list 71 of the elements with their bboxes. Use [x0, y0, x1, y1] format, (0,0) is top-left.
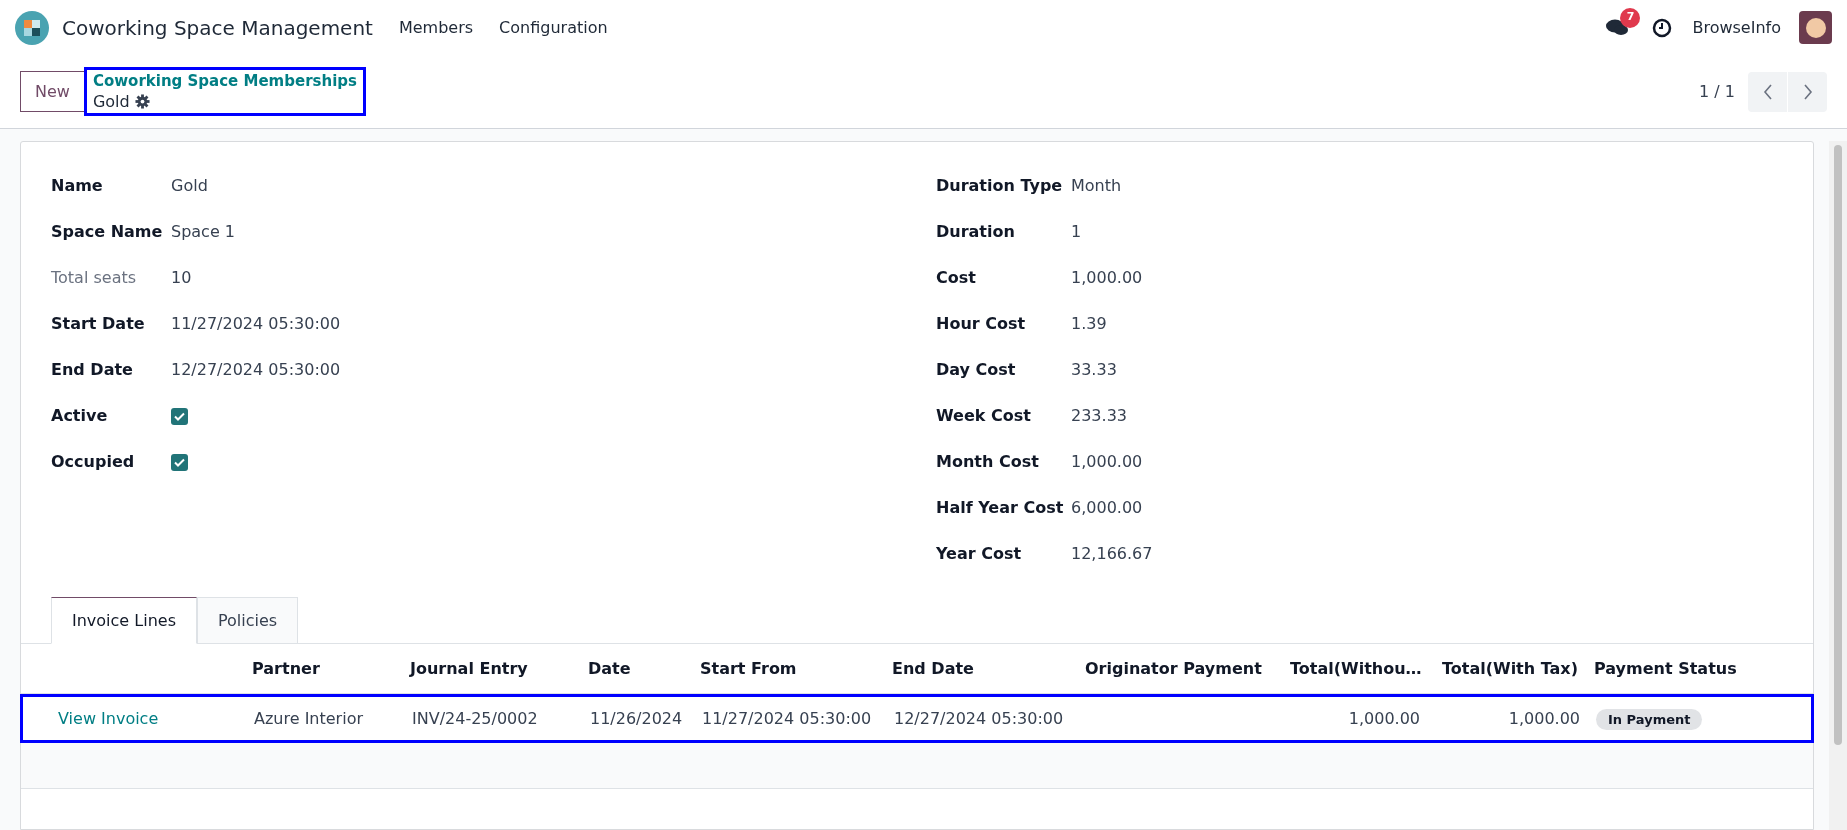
field-value: 233.33 — [1071, 405, 1127, 427]
column-header[interactable]: Date — [588, 658, 631, 678]
field-value: 6,000.00 — [1071, 497, 1143, 519]
column-header[interactable]: Payment Status — [1594, 658, 1737, 678]
column-header[interactable]: Total(With Tax) — [1441, 658, 1578, 678]
field-label: Hour Cost — [936, 313, 1027, 335]
chevron-left-icon — [1762, 83, 1773, 100]
field-value: 1 — [1071, 221, 1082, 243]
field-label: Day Cost — [936, 359, 1017, 381]
field-value: 12/27/2024 05:30:00 — [171, 359, 341, 381]
field-value: Space 1 — [171, 221, 236, 243]
field-label: End Date — [51, 359, 134, 381]
field-label: Name — [51, 175, 104, 197]
highlighted-table-row[interactable]: View Invoice Azure Interior INV/24-25/0002 11/26/2024 11/27/2024 05:30:00 12/27/2024 05:30:00 1,000.00 1,000.00 In Payment — [20, 694, 1814, 743]
app-logo-icon — [15, 10, 49, 45]
field-label: Half Year Cost — [936, 497, 1065, 519]
table-cell: Azure Interior — [254, 708, 363, 728]
field-label: Occupied — [51, 451, 136, 473]
field-label: Duration — [936, 221, 1016, 243]
table-cell: 1,000.00 — [1348, 708, 1420, 728]
field-value: 10 — [171, 267, 192, 289]
column-header[interactable]: End Date — [892, 658, 974, 678]
field-label: Cost — [936, 267, 977, 289]
menu-item[interactable]: Configuration — [499, 15, 608, 40]
table-cell: 12/27/2024 05:30:00 — [894, 708, 1064, 728]
column-header[interactable]: Partner — [252, 658, 320, 678]
view-invoice-link[interactable]: View Invoice — [58, 708, 159, 728]
field-label: Week Cost — [936, 405, 1032, 427]
field-value: 1.39 — [1071, 313, 1107, 335]
field-value: 33.33 — [1071, 359, 1117, 381]
table-cell: INV/24-25/0002 — [412, 708, 538, 728]
field-value: 1,000.00 — [1071, 267, 1143, 289]
checkbox[interactable] — [171, 407, 188, 425]
gear-icon[interactable] — [134, 94, 150, 109]
column-header[interactable]: Start From — [700, 658, 797, 678]
chevron-right-icon — [1802, 83, 1813, 100]
message-count-badge: 7 — [1620, 7, 1641, 28]
table-cell: 11/26/2024 — [590, 708, 683, 728]
field-label: Space Name — [51, 221, 164, 243]
column-header[interactable]: Journal Entry — [410, 658, 528, 678]
app-title[interactable]: Coworking Space Management — [62, 12, 373, 43]
column-header[interactable]: Total(Withou… — [1290, 658, 1422, 678]
field-label: Month Cost — [936, 451, 1040, 473]
table-cell: 1,000.00 — [1508, 708, 1580, 728]
field-value: 1,000.00 — [1071, 451, 1143, 473]
check-icon — [174, 411, 185, 421]
field-label: Active — [51, 405, 109, 427]
tab[interactable]: Invoice Lines — [51, 597, 197, 644]
column-header[interactable]: Originator Payment — [1085, 658, 1262, 678]
avatar[interactable] — [1799, 11, 1832, 44]
field-value: 12,166.67 — [1071, 543, 1153, 565]
pager-value: 1 / 1 — [1699, 80, 1735, 103]
table-cell: 11/27/2024 05:30:00 — [702, 708, 872, 728]
tab[interactable]: Policies — [196, 597, 299, 644]
scrollbar[interactable] — [1829, 141, 1847, 830]
record-title: Gold — [92, 91, 130, 112]
field-value: Month — [1071, 175, 1122, 197]
menu-item[interactable]: Members — [398, 15, 474, 40]
checkbox[interactable] — [171, 453, 188, 471]
field-label: Duration Type — [936, 175, 1064, 197]
field-value: 11/27/2024 05:30:00 — [171, 313, 341, 335]
field-label: Total seats — [51, 267, 138, 289]
breadcrumb-link[interactable]: Coworking Space Memberships — [92, 71, 357, 91]
field-value: Gold — [171, 175, 208, 197]
check-icon — [174, 457, 185, 467]
field-label: Year Cost — [936, 543, 1023, 565]
user-name[interactable]: BrowseInfo — [1692, 15, 1781, 40]
field-label: Start Date — [51, 313, 146, 335]
new-button[interactable]: New — [20, 71, 85, 112]
clock-icon[interactable] — [1652, 17, 1673, 38]
payment-status-badge: In Payment — [1596, 708, 1703, 730]
